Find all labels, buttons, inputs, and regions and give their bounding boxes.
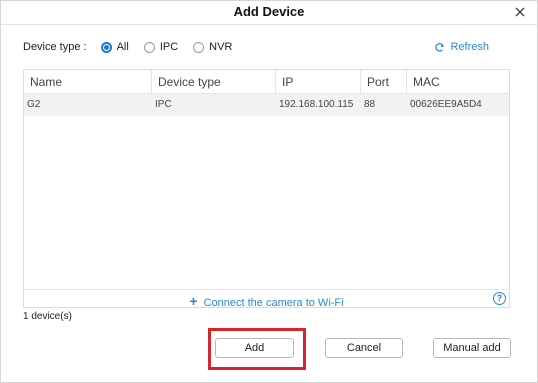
radio-nvr-button[interactable]: [193, 41, 205, 53]
column-header-device-type[interactable]: Device type: [152, 70, 276, 94]
table-header: Name Device type IP Port MAC: [24, 70, 509, 94]
connect-wifi-label: Connect the camera to Wi-Fi: [203, 297, 344, 309]
cell-mac: 00626EE9A5D4: [410, 99, 482, 110]
column-header-port[interactable]: Port: [361, 70, 407, 94]
plus-icon: +: [189, 293, 198, 309]
radio-ipc-label: IPC: [159, 41, 179, 53]
column-header-ip[interactable]: IP: [276, 70, 361, 94]
title-bar: Add Device: [1, 1, 537, 25]
cancel-button[interactable]: Cancel: [325, 338, 403, 358]
radio-nvr-label: NVR: [209, 41, 233, 53]
cell-device-type: IPC: [155, 99, 172, 110]
column-header-mac[interactable]: MAC: [407, 70, 509, 94]
add-device-dialog: Add Device Device type : All IPC NVR Ref…: [0, 0, 538, 383]
wifi-bar: + Connect the camera to Wi-Fi ?: [23, 289, 510, 309]
radio-all[interactable]: All: [100, 41, 129, 53]
help-icon[interactable]: ?: [493, 292, 506, 305]
refresh-button[interactable]: Refresh: [434, 41, 489, 53]
device-type-filter: Device type : All IPC NVR: [23, 39, 247, 55]
radio-all-label: All: [116, 41, 129, 53]
cell-ip: 192.168.100.115: [279, 99, 354, 110]
refresh-icon: [435, 42, 445, 52]
device-type-label: Device type :: [23, 41, 87, 53]
radio-all-button[interactable]: [100, 41, 112, 53]
table-row[interactable]: G2 IPC 192.168.100.115 88 00626EE9A5D4: [24, 94, 509, 116]
radio-nvr[interactable]: NVR: [193, 41, 232, 53]
refresh-label: Refresh: [450, 41, 489, 53]
column-header-name[interactable]: Name: [24, 70, 152, 94]
radio-ipc-button[interactable]: [143, 41, 155, 53]
cell-port: 88: [364, 99, 376, 110]
device-table: Name Device type IP Port MAC G2 IPC 192.…: [23, 69, 510, 308]
connect-wifi-link[interactable]: + Connect the camera to Wi-Fi: [23, 293, 510, 309]
close-icon[interactable]: [513, 5, 527, 19]
manual-add-button[interactable]: Manual add: [433, 338, 511, 358]
dialog-title: Add Device: [233, 4, 305, 19]
device-count: 1 device(s): [23, 311, 72, 322]
add-button[interactable]: Add: [215, 338, 294, 358]
cell-name: G2: [27, 99, 41, 110]
radio-ipc[interactable]: IPC: [143, 41, 179, 53]
